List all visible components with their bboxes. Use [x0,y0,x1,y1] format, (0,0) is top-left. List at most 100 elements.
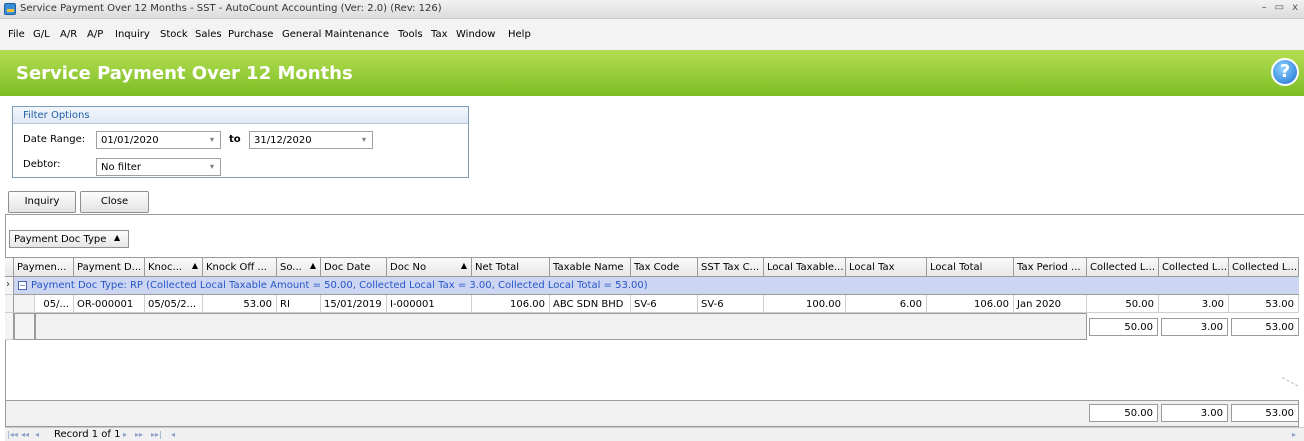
table-cell[interactable]: SV-6 [631,295,698,313]
table-cell[interactable]: OR-000001 [74,295,145,313]
close-button[interactable]: Close [80,191,149,213]
cell-text: Jan 2020 [1017,299,1062,310]
menu-ar[interactable]: A/R [60,29,77,40]
cell-text: ABC SDN BHD [553,299,624,310]
date-from-combo[interactable]: 01/01/2020 ▾ [96,131,221,149]
first-record-icon[interactable]: |◂◂ [7,430,18,439]
group-summary-indent [14,313,35,340]
group-indent [14,295,35,313]
to-label: to [229,134,241,145]
menu-ap[interactable]: A/P [87,29,103,40]
date-to-combo[interactable]: 31/12/2020 ▾ [249,131,373,149]
column-header[interactable]: Local Total [927,257,1014,277]
table-cell[interactable]: ABC SDN BHD [550,295,631,313]
column-header[interactable]: Collected L... [1229,257,1299,277]
summary-value: 3.00 [1200,322,1223,333]
chevron-down-icon[interactable]: ▾ [362,135,366,144]
menu-stock[interactable]: Stock [160,29,188,40]
table-cell[interactable]: 53.00 [1229,295,1299,313]
group-summary-cell: 3.00 [1161,318,1228,336]
table-cell[interactable]: 50.00 [1087,295,1159,313]
menu-tools[interactable]: Tools [398,29,423,40]
cell-text: OR-000001 [77,299,134,310]
cell-text: 15/01/2019 [324,299,382,310]
scroll-left-icon[interactable]: ◂ [171,430,175,439]
column-header[interactable]: Tax Period ... [1014,257,1087,277]
column-header[interactable]: Knock Off ... [203,257,277,277]
footer-summary-cell: 3.00 [1161,404,1228,422]
collapse-group-icon[interactable]: − [18,281,27,290]
cell-text: 05/... [43,299,69,310]
menu-general-maintenance[interactable]: General Maintenance [282,29,389,40]
minimize-icon[interactable]: – [1262,2,1267,13]
sort-icon: ▲ [191,261,198,270]
table-cell[interactable]: I-000001 [387,295,472,313]
chevron-down-icon[interactable]: ▾ [210,135,214,144]
table-cell[interactable]: Jan 2020 [1014,295,1087,313]
window-title: Service Payment Over 12 Months - SST - A… [20,3,442,14]
table-cell[interactable]: SV-6 [698,295,764,313]
column-header[interactable]: Local Tax [846,257,927,277]
cell-text: 3.00 [1201,299,1224,310]
column-header[interactable]: So... ▲ [277,257,321,277]
table-cell[interactable]: 100.00 [764,295,846,313]
menu-tax[interactable]: Tax [431,29,448,40]
restore-icon[interactable]: ▭ [1275,2,1284,13]
table-cell[interactable]: 106.00 [472,295,550,313]
table-cell[interactable]: 15/01/2019 [321,295,387,313]
previous-record-icon[interactable]: ◂ [35,430,39,439]
column-header[interactable]: Doc No ▲ [387,257,472,277]
help-icon[interactable]: ? [1271,58,1299,86]
table-cell[interactable]: 05/05/2... [145,295,203,313]
filter-options-title: Filter Options [23,110,90,121]
inquiry-button[interactable]: Inquiry [8,191,76,213]
column-header[interactable]: Knoc... ▲ [145,257,203,277]
group-by-chip[interactable]: Payment Doc Type ▲ [9,230,129,248]
debtor-label: Debtor: [23,159,61,170]
column-header[interactable]: Collected L... [1159,257,1229,277]
next-record-icon[interactable]: ▸ [123,430,127,439]
cell-text: RI [280,299,290,310]
column-header[interactable]: Tax Code [631,257,698,277]
chevron-down-icon[interactable]: ▾ [210,162,214,171]
menu-purchase[interactable]: Purchase [228,29,273,40]
table-cell[interactable]: 3.00 [1159,295,1229,313]
column-header-label: Doc No [390,262,427,273]
last-record-icon[interactable]: ▸▸| [151,430,162,439]
column-header[interactable]: Payment D... [74,257,145,277]
row-indicator[interactable]: › [5,277,14,295]
table-cell[interactable]: 05/... [35,295,74,313]
menu-window[interactable]: Window [456,29,495,40]
column-header[interactable]: Local Taxable... [764,257,846,277]
menu-inquiry[interactable]: Inquiry [115,29,150,40]
debtor-combo[interactable]: No filter ▾ [96,158,221,176]
menu-gl[interactable]: G/L [33,29,50,40]
menu-sales[interactable]: Sales [195,29,222,40]
menu-file[interactable]: File [8,29,25,40]
sort-icon: ▲ [309,261,316,270]
debtor-value: No filter [101,162,142,173]
table-cell[interactable]: 6.00 [846,295,927,313]
menu-help[interactable]: Help [508,29,531,40]
row-indicator[interactable] [5,295,14,313]
column-header[interactable]: Paymen... [14,257,74,277]
close-window-icon[interactable]: x [1292,2,1298,13]
column-header[interactable]: Collected L... [1087,257,1159,277]
group-row[interactable]: − Payment Doc Type: RP (Collected Local … [14,277,1299,295]
table-cell[interactable]: 53.00 [203,295,277,313]
column-header[interactable]: Taxable Name [550,257,631,277]
next-page-icon[interactable]: ▸▸ [135,430,143,439]
column-header-label: SST Tax C... [701,262,760,273]
group-summary-bar [35,313,1087,340]
table-cell[interactable]: RI [277,295,321,313]
group-summary-cell: 53.00 [1231,318,1299,336]
previous-page-icon[interactable]: ◂◂ [21,430,29,439]
sort-ascending-icon: ▲ [114,233,121,242]
scroll-right-icon[interactable]: ▸ [1292,430,1296,439]
column-header-label: Payment D... [77,262,142,273]
column-header[interactable]: SST Tax C... [698,257,764,277]
summary-value: 53.00 [1265,408,1294,419]
table-cell[interactable]: 106.00 [927,295,1014,313]
column-header[interactable]: Doc Date [321,257,387,277]
column-header[interactable]: Net Total [472,257,550,277]
